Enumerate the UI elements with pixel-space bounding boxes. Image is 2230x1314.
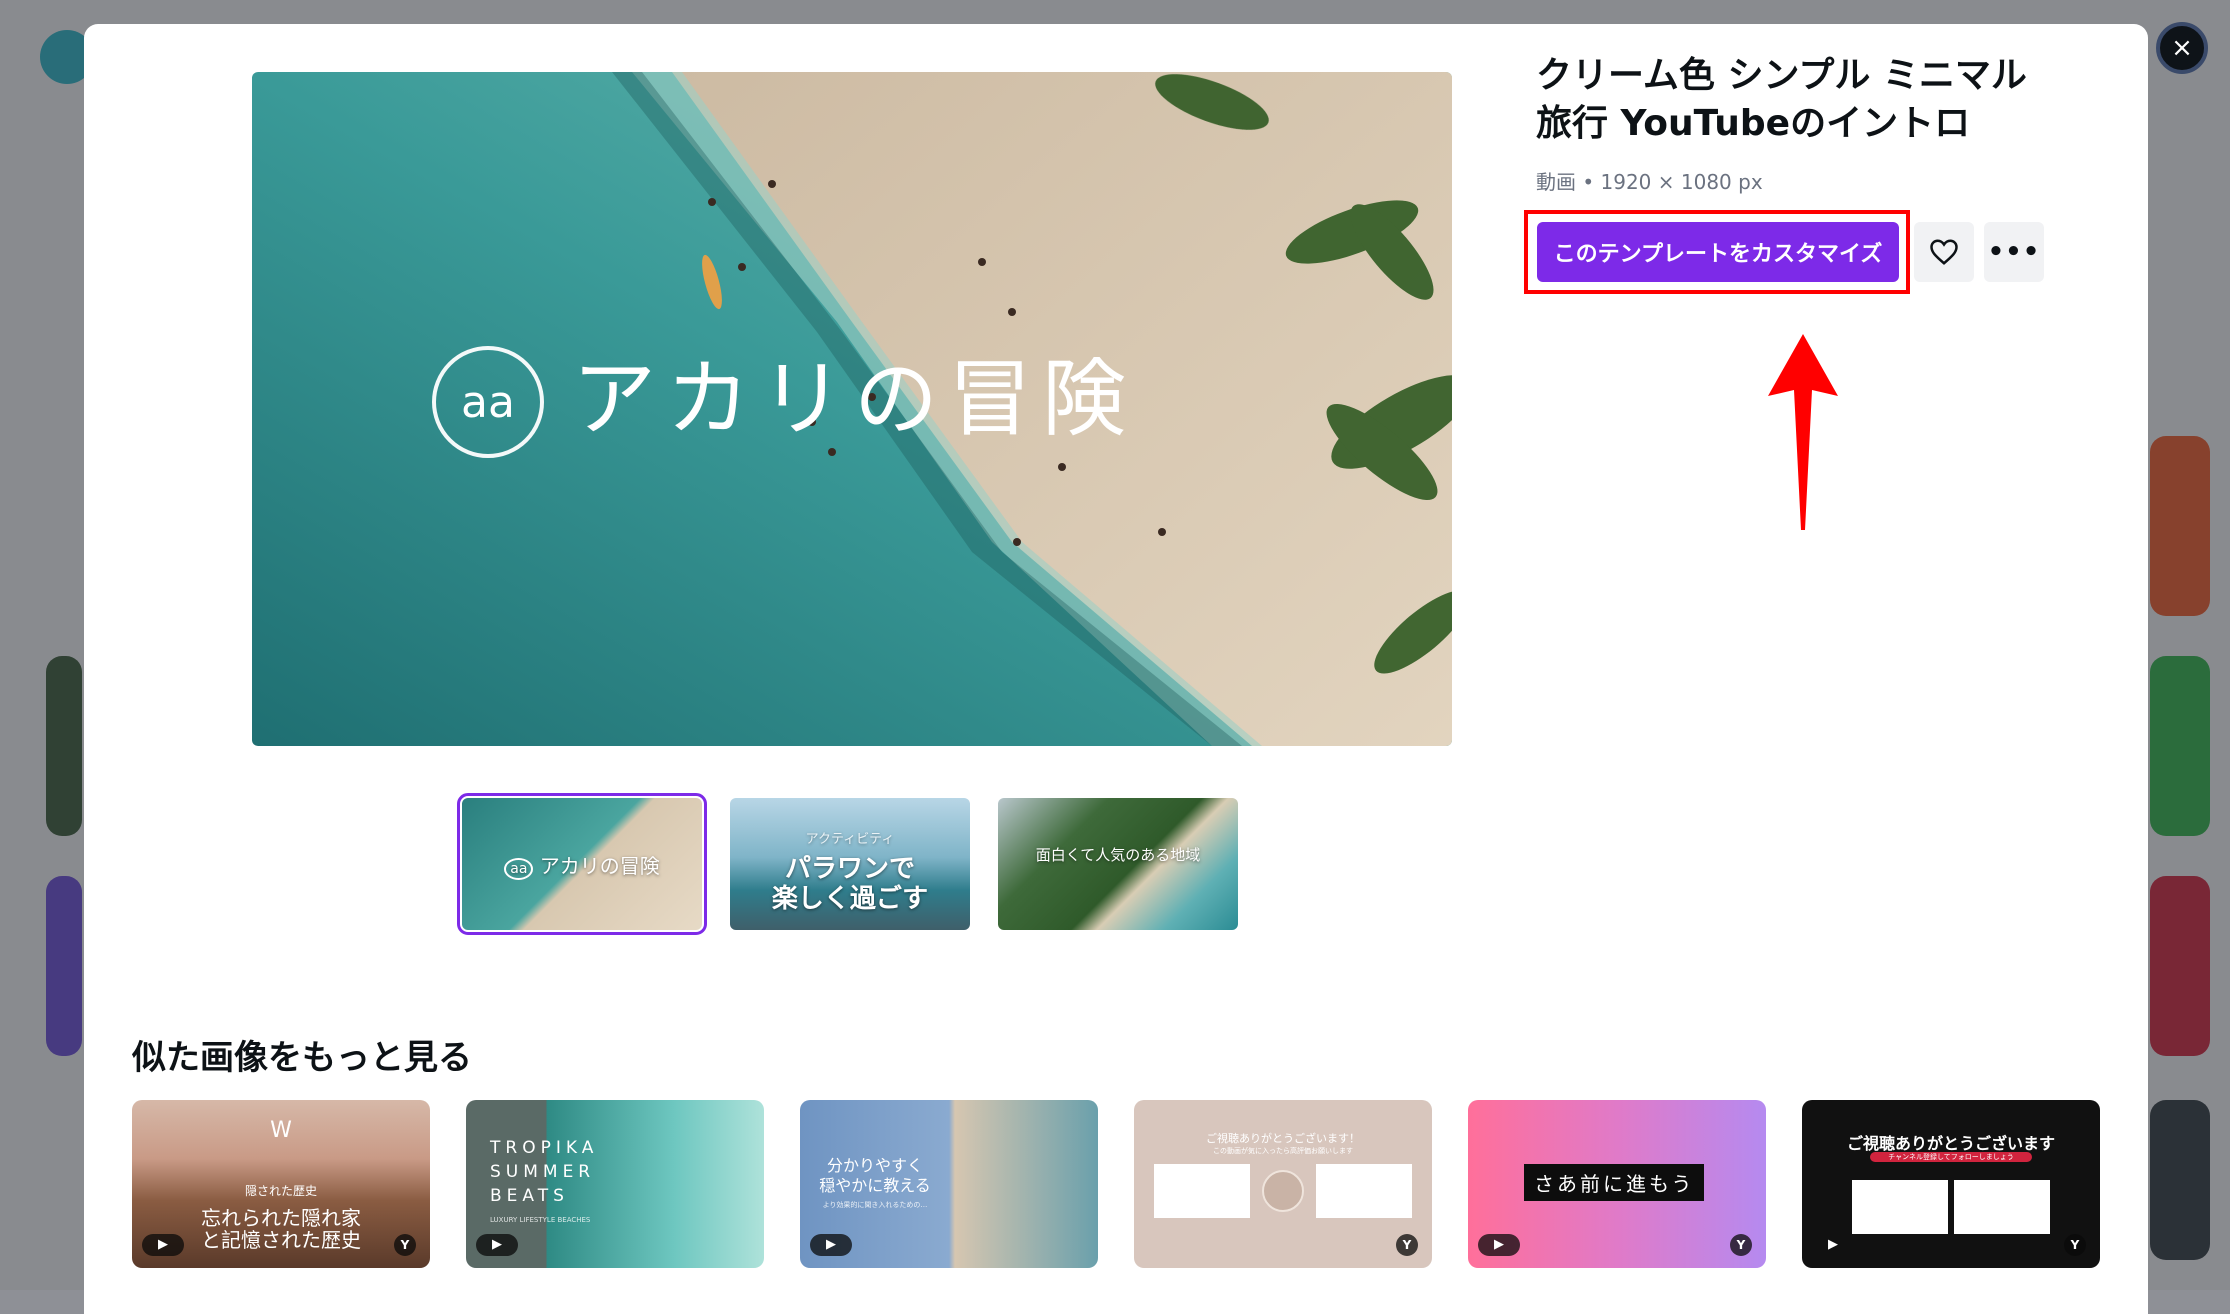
thumbnail-3[interactable]: 面白くて人気のある地域 bbox=[998, 798, 1238, 930]
favorite-button[interactable] bbox=[1914, 222, 1974, 282]
play-icon: ▶ bbox=[1828, 1237, 1838, 1252]
play-icon: ▶ bbox=[810, 1234, 852, 1256]
customize-template-button[interactable]: このテンプレートをカスタマイズ bbox=[1537, 222, 1899, 282]
card-small: LUXURY LIFESTYLE BEACHES bbox=[490, 1216, 591, 1224]
similar-card-5[interactable]: さあ前に進もう ▶ Y bbox=[1468, 1100, 1766, 1268]
card-logo: W bbox=[270, 1118, 292, 1143]
youtube-badge-icon: Y bbox=[1730, 1234, 1752, 1256]
template-meta: 動画 • 1920 × 1080 px bbox=[1536, 170, 1763, 194]
template-title: クリーム色 シンプル ミニマル 旅行 YouTubeのイントロ bbox=[1536, 55, 2027, 144]
card-line1: ご視聴ありがとうございます bbox=[1846, 1134, 2055, 1153]
card-line1: TROPIKA bbox=[490, 1138, 599, 1158]
card-line1: ご視聴ありがとうございます！ bbox=[1206, 1132, 1360, 1145]
youtube-badge-icon: Y bbox=[1396, 1234, 1418, 1256]
play-icon: ▶ bbox=[476, 1234, 518, 1256]
play-icon: ▶ bbox=[1478, 1234, 1520, 1256]
main-preview[interactable]: aa アカリの冒険 bbox=[252, 72, 1452, 746]
placeholder-box bbox=[1852, 1180, 1948, 1234]
preview-overlay-text: アカリの冒険 bbox=[572, 350, 1136, 448]
similar-card-1[interactable]: W 隠された歴史 忘れられた隠れ家 と記憶された歴史 ▶ Y bbox=[132, 1100, 430, 1268]
heart-icon bbox=[1930, 239, 1958, 265]
thumbnail-small: アクティビティ bbox=[805, 832, 895, 847]
similar-card-2[interactable]: TROPIKA SUMMER BEATS LUXURY LIFESTYLE BE… bbox=[466, 1100, 764, 1268]
placeholder-box bbox=[1954, 1180, 2050, 1234]
card-line1: さあ前に進もう bbox=[1524, 1164, 1705, 1201]
thumbnail-line2: 楽しく過ごす bbox=[771, 884, 929, 914]
card-small: より効果的に聞き入れるための… bbox=[822, 1201, 928, 1209]
card-line2: SUMMER bbox=[490, 1162, 596, 1182]
similar-heading: 似た画像をもっと見る bbox=[132, 1038, 472, 1078]
card-small: 隠された歴史 bbox=[244, 1184, 317, 1198]
card-line2: 穏やかに教える bbox=[819, 1176, 931, 1195]
card-line3: BEATS bbox=[490, 1186, 569, 1206]
preview-logo-text: aa bbox=[461, 377, 515, 428]
annotation-arrow-icon bbox=[1768, 334, 1838, 530]
thumbnail-1[interactable]: aa アカリの冒険 bbox=[457, 793, 707, 935]
thumbnail-title: アカリの冒険 bbox=[539, 854, 660, 878]
play-icon: ▶ bbox=[142, 1234, 184, 1256]
similar-card-3[interactable]: 分かりやすく 穏やかに教える より効果的に聞き入れるための… ▶ bbox=[800, 1100, 1098, 1268]
sun-icon bbox=[1262, 1170, 1304, 1212]
similar-card-4[interactable]: ご視聴ありがとうございます！ この動画が気に入ったら高評価お願いします Y bbox=[1134, 1100, 1432, 1268]
placeholder-box bbox=[1154, 1164, 1250, 1218]
youtube-badge-icon: Y bbox=[2064, 1234, 2086, 1256]
more-options-button[interactable]: ••• bbox=[1984, 222, 2044, 282]
preview-thumbnails: aa アカリの冒険 アクティビティ パラワンで 楽しく過ごす 面白くて人気のある… bbox=[457, 793, 1238, 935]
youtube-badge-icon: Y bbox=[394, 1234, 416, 1256]
thumbnail-logo: aa bbox=[504, 858, 534, 880]
similar-list: W 隠された歴史 忘れられた隠れ家 と記憶された歴史 ▶ Y TROPIKA S… bbox=[132, 1100, 2100, 1268]
card-small: チャンネル登録してフォローしましょう bbox=[1870, 1152, 2032, 1162]
beach-aerial-image: aa アカリの冒険 bbox=[252, 72, 1452, 746]
card-small: この動画が気に入ったら高評価お願いします bbox=[1213, 1147, 1353, 1155]
thumbnail-2[interactable]: アクティビティ パラワンで 楽しく過ごす bbox=[730, 798, 970, 930]
similar-card-6[interactable]: ご視聴ありがとうございます チャンネル登録してフォローしましょう ▶ Y bbox=[1802, 1100, 2100, 1268]
thumbnail-title: 面白くて人気のある地域 bbox=[1035, 846, 1201, 864]
more-icon: ••• bbox=[1987, 237, 2041, 267]
close-icon[interactable]: × bbox=[2156, 22, 2208, 74]
placeholder-box bbox=[1316, 1164, 1412, 1218]
